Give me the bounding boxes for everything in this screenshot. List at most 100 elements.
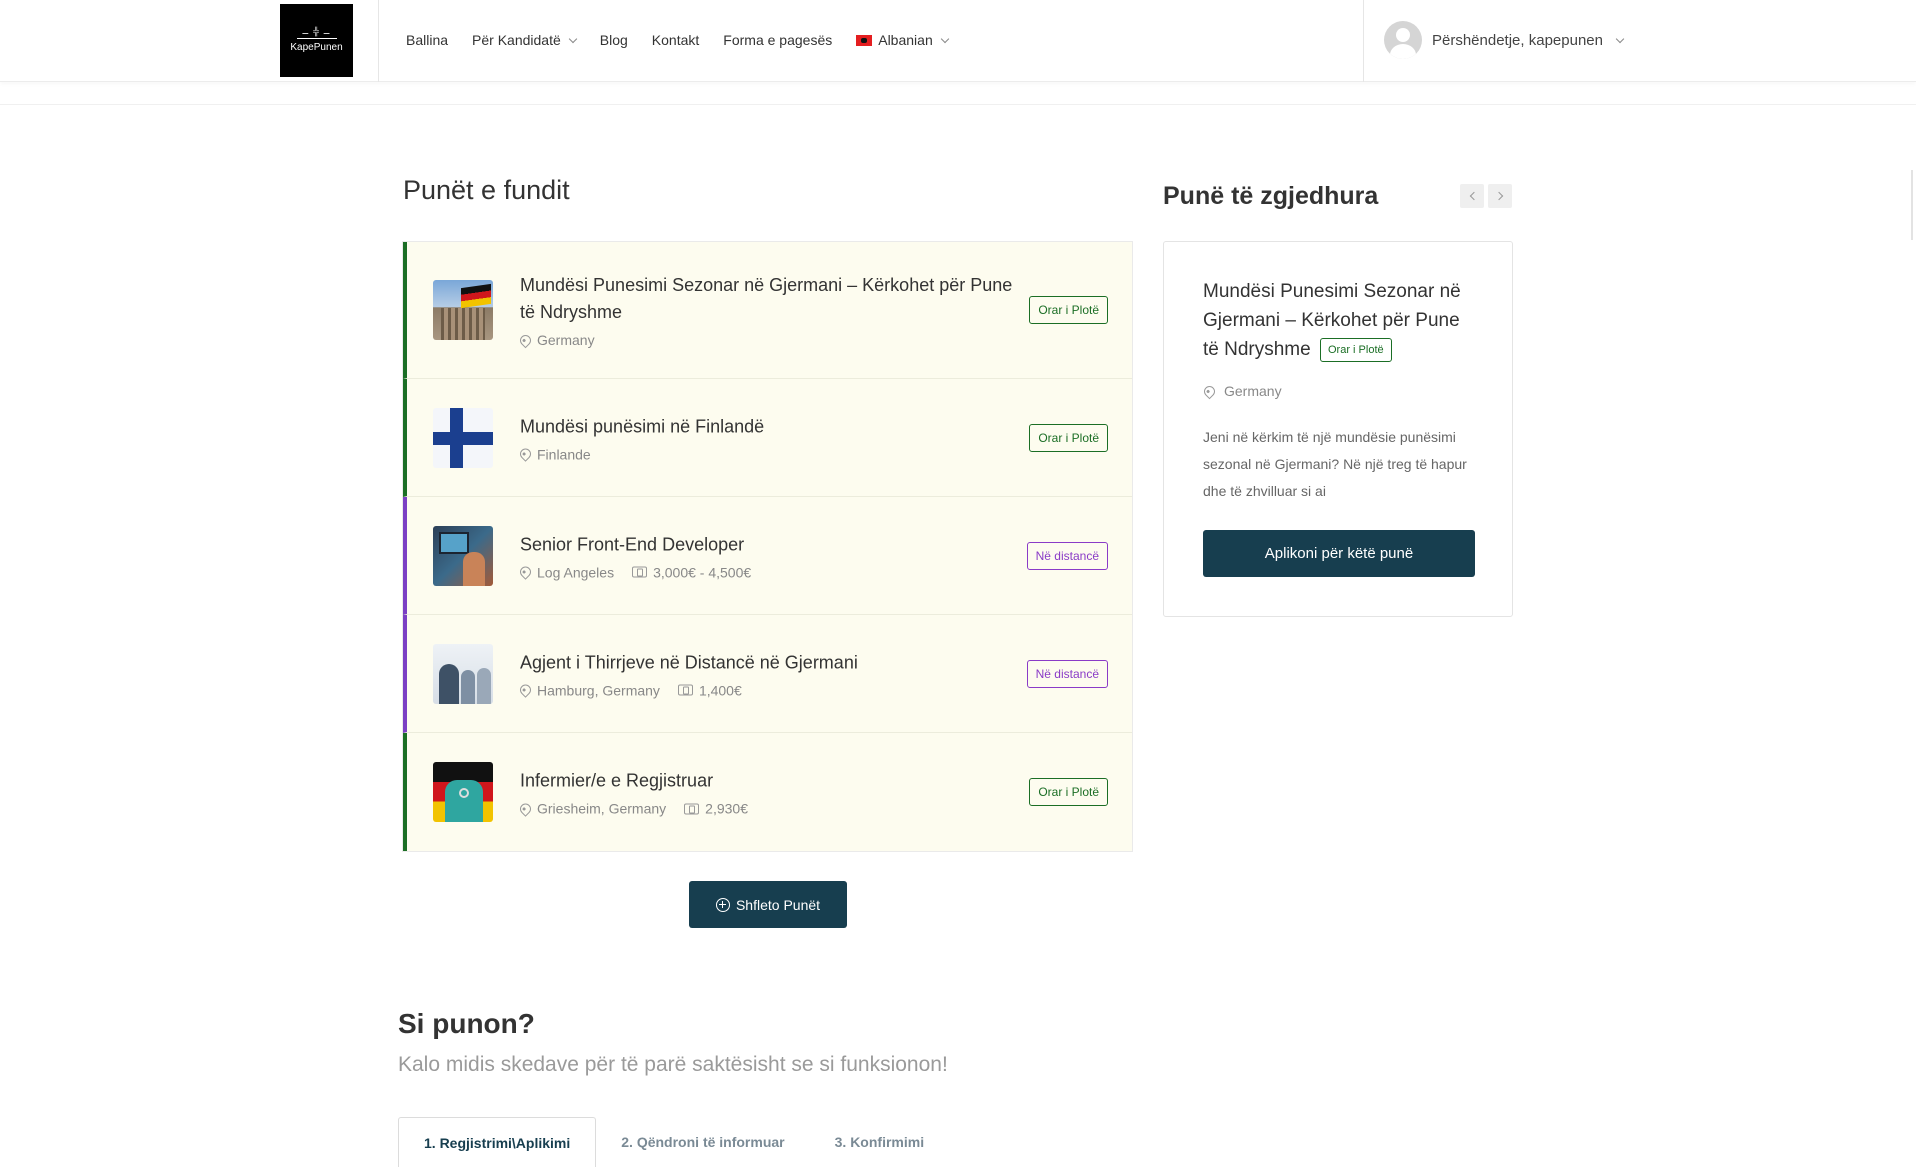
recent-jobs-title: Punët e fundit — [403, 175, 570, 205]
nav-label: Forma e pagesës — [723, 32, 833, 48]
nav-label: Ballina — [406, 32, 449, 48]
location-pin-icon — [517, 682, 534, 698]
thumb-building — [441, 308, 485, 340]
header-divider — [1363, 0, 1364, 82]
featured-job-description: Jeni në kërkim të një mundësie punësimi … — [1203, 429, 1467, 499]
thumb-person — [461, 669, 475, 704]
header-subbar — [0, 104, 1916, 105]
money-icon — [677, 684, 693, 696]
job-meta: Hamburg, Germany 1,400€ — [517, 682, 1020, 698]
job-title[interactable]: Infermier/e e Regjistruar — [520, 768, 1020, 795]
germany-reichstag-image — [433, 280, 493, 340]
nav-item-blog[interactable]: Blog — [600, 32, 628, 48]
job-info: Infermier/e e Regjistruar Griesheim, Ger… — [517, 768, 1020, 817]
job-location-text: Hamburg, Germany — [537, 682, 660, 698]
job-type-badge: Në distancë — [1026, 541, 1108, 570]
language-switcher[interactable]: Albanian — [856, 32, 949, 48]
chevron-right-icon — [1494, 191, 1503, 201]
carousel-next-button[interactable] — [1488, 184, 1512, 208]
job-title[interactable]: Agjent i Thirrjeve në Distancë në Gjerma… — [520, 649, 1020, 676]
job-salary: 2,930€ — [684, 801, 748, 817]
job-location-text: Log Angeles — [537, 564, 615, 580]
scrollbar[interactable] — [1911, 170, 1913, 240]
job-salary: 3,000€ - 4,500€ — [632, 564, 751, 580]
nav-item-ballina[interactable]: Ballina — [406, 32, 448, 48]
job-salary-text: 2,930€ — [705, 800, 748, 817]
job-type-badge: Në distancë — [1026, 659, 1108, 688]
job-meta: Griesheim, Germany 2,930€ — [517, 800, 1020, 817]
job-item[interactable]: Agjent i Thirrjeve në Distancë në Gjerma… — [403, 615, 1132, 733]
location-pin-icon — [517, 332, 534, 348]
how-it-works-subtitle: Kalo midis skedave për të parë saktësish… — [398, 1053, 948, 1076]
thumb-cross-vertical — [450, 407, 463, 468]
featured-job-title-block: Mundësi Punesimi Sezonar në Gjermani – K… — [1203, 277, 1473, 364]
job-location: Hamburg, Germany — [517, 682, 660, 698]
browse-jobs-button[interactable]: Shfleto Punët — [689, 881, 847, 928]
logo-line — [296, 38, 337, 39]
job-type-badge: Orar i Plotë — [1319, 337, 1392, 362]
chevron-left-icon — [1469, 191, 1478, 201]
featured-job-location-text: Germany — [1224, 383, 1282, 399]
how-it-works-title: Si punon? — [398, 1008, 535, 1039]
recent-jobs-list: Mundësi Punesimi Sezonar në Gjermani – K… — [402, 241, 1133, 852]
featured-job-card: Mundësi Punesimi Sezonar në Gjermani – K… — [1163, 241, 1513, 617]
job-title[interactable]: Mundësi punësimi në Finlandë — [520, 413, 1020, 440]
site-logo[interactable]: ⚊ ╬ ⚊ KapePunen — [280, 4, 353, 77]
job-location: Germany — [517, 332, 595, 348]
job-type-badge: Orar i Plotë — [1029, 778, 1108, 806]
chevron-down-icon — [940, 34, 949, 43]
job-location-text: Germany — [537, 332, 595, 348]
job-item[interactable]: Mundësi Punesimi Sezonar në Gjermani – K… — [403, 242, 1132, 379]
thumb-person — [439, 663, 459, 704]
chevron-down-icon — [568, 34, 578, 43]
user-greeting: Përshëndetje, kapepunen — [1432, 31, 1603, 49]
nav-item-forma-e-pageses[interactable]: Forma e pagesës — [723, 32, 832, 48]
job-item[interactable]: Infermier/e e Regjistruar Griesheim, Ger… — [403, 733, 1132, 851]
money-icon — [632, 566, 648, 578]
thumb-person — [477, 667, 491, 704]
avatar — [1384, 21, 1422, 59]
carousel-prev-button[interactable] — [1460, 184, 1484, 208]
job-item[interactable]: Mundësi punësimi në Finlandë Finlande Or… — [403, 379, 1132, 497]
job-location: Finlande — [517, 446, 591, 462]
nav-label: Blog — [599, 32, 628, 48]
main-nav: Ballina Për Kandidatë Blog Kontakt Forma… — [406, 0, 949, 80]
logo-mark: ⚊ ╬ ⚊ — [301, 27, 332, 36]
job-title[interactable]: Mundësi Punesimi Sezonar në Gjermani – K… — [520, 272, 1020, 326]
money-icon — [684, 803, 700, 814]
apply-button[interactable]: Aplikoni për këtë punë — [1203, 530, 1475, 577]
tab-confirmation[interactable]: 3. Konfirmimi — [810, 1117, 949, 1167]
user-menu[interactable]: Përshëndetje, kapepunen — [1384, 20, 1625, 60]
job-meta: Log Angeles 3,000€ - 4,500€ — [517, 564, 1020, 580]
job-location-text: Griesheim, Germany — [537, 800, 667, 817]
albania-flag-icon — [856, 34, 873, 46]
site-header: ⚊ ╬ ⚊ KapePunen Ballina Për Kandidatë Bl… — [0, 0, 1916, 82]
finland-flag-image — [433, 407, 493, 468]
thumb-screen — [439, 531, 469, 554]
browse-jobs-label: Shfleto Punët — [735, 896, 821, 913]
thumb-person — [463, 551, 485, 586]
thumb-scrubs — [445, 780, 483, 822]
job-title[interactable]: Senior Front-End Developer — [520, 531, 1020, 558]
tab-registration[interactable]: 1. Regjistrimi\Aplikimi — [398, 1117, 597, 1167]
job-salary: 1,400€ — [677, 682, 742, 698]
nav-label: Për Kandidatë — [472, 32, 561, 48]
featured-job-location: Germany — [1201, 383, 1282, 399]
job-item[interactable]: Senior Front-End Developer Log Angeles 3… — [403, 497, 1132, 615]
job-salary-text: 1,400€ — [698, 682, 742, 698]
nav-item-per-kandidate[interactable]: Për Kandidatë — [472, 32, 578, 48]
developer-workstation-image — [433, 525, 493, 586]
thumb-flag — [461, 283, 491, 309]
plus-circle-icon — [715, 897, 730, 912]
thumb-stethoscope — [459, 788, 469, 798]
job-location-text: Finlande — [537, 446, 591, 462]
thumb-cross-horizontal — [433, 431, 493, 445]
how-it-works-tabs: 1. Regjistrimi\Aplikimi 2. Qëndroni të i… — [398, 1117, 949, 1167]
nav-item-kontakt[interactable]: Kontakt — [652, 32, 699, 48]
featured-jobs-title: Punë të zgjedhura — [1163, 182, 1379, 210]
location-pin-icon — [1201, 383, 1218, 399]
chevron-down-icon — [1615, 34, 1625, 43]
tab-stay-informed[interactable]: 2. Qëndroni të informuar — [596, 1117, 809, 1167]
nav-label: Albanian — [878, 32, 933, 48]
job-info: Senior Front-End Developer Log Angeles 3… — [517, 531, 1020, 580]
